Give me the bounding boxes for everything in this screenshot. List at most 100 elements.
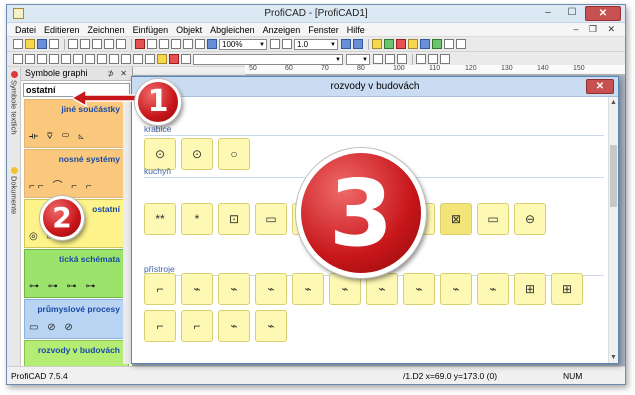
symbol-tile[interactable]: ⌁ <box>366 273 398 305</box>
redo-icon[interactable] <box>80 39 90 49</box>
scroll-up-arrow-icon[interactable]: ▲ <box>610 99 617 106</box>
group-icon[interactable] <box>171 39 181 49</box>
zoom-out-icon[interactable] <box>270 39 280 49</box>
polygon-tool-icon[interactable] <box>97 54 107 64</box>
align-center-icon[interactable] <box>428 54 438 64</box>
symbol-tile[interactable]: ⌁ <box>181 273 213 305</box>
polyline-tool-icon[interactable] <box>25 54 35 64</box>
rotate-icon[interactable] <box>147 39 157 49</box>
align-right-icon[interactable] <box>440 54 450 64</box>
menu-hilfe[interactable]: Hilfe <box>343 25 369 35</box>
dimension-tool-icon[interactable] <box>145 54 155 64</box>
minimize-button[interactable]: – <box>537 6 559 21</box>
align-left-icon[interactable] <box>416 54 426 64</box>
line-tool-icon[interactable] <box>13 54 23 64</box>
menu-editieren[interactable]: Editieren <box>40 25 84 35</box>
symbol-tile[interactable]: ⌁ <box>292 273 324 305</box>
copy-icon[interactable] <box>104 39 114 49</box>
delete-icon[interactable] <box>135 39 145 49</box>
font-combo[interactable]: ▼ <box>193 53 343 65</box>
new-file-icon[interactable] <box>13 39 23 49</box>
undo-icon[interactable] <box>68 39 78 49</box>
font-size-combo[interactable]: ▼ <box>346 53 370 65</box>
paste-icon[interactable] <box>116 39 126 49</box>
save-icon[interactable] <box>37 39 47 49</box>
symbol-tile[interactable]: ⊞ <box>551 273 583 305</box>
text-tool-icon[interactable] <box>121 54 131 64</box>
maximize-button[interactable]: ☐ <box>561 6 583 21</box>
menu-objekt[interactable]: Objekt <box>172 25 206 35</box>
symbols-icon[interactable] <box>372 39 382 49</box>
rectangle-tool-icon[interactable] <box>49 54 59 64</box>
symbol-tile[interactable]: ▭ <box>255 203 287 235</box>
dialog-close-button[interactable]: ✕ <box>586 79 614 94</box>
scroll-thumb[interactable] <box>610 145 617 207</box>
scroll-down-arrow-icon[interactable]: ▼ <box>610 354 617 361</box>
symbol-tile[interactable]: ⌁ <box>218 273 250 305</box>
menu-abgleichen[interactable]: Abgleichen <box>206 25 259 35</box>
zoom-combo[interactable]: 100% ▼ <box>219 38 267 50</box>
select-arrow-icon[interactable] <box>169 54 179 64</box>
close-button[interactable]: ✕ <box>585 6 621 21</box>
symbol-tile[interactable]: ○ <box>218 138 250 170</box>
symbol-tile[interactable]: ⌁ <box>440 273 472 305</box>
print-icon[interactable] <box>49 39 59 49</box>
symbol-tile[interactable]: ⊖ <box>514 203 546 235</box>
line-style-icon[interactable] <box>282 39 292 49</box>
menu-anzeigen[interactable]: Anzeigen <box>259 25 305 35</box>
tab-documents[interactable]: Dokumente <box>8 167 20 214</box>
symbol-tile[interactable]: ⌁ <box>403 273 435 305</box>
menu-datei[interactable]: Datei <box>11 25 40 35</box>
order-icon[interactable] <box>195 39 205 49</box>
symbol-tile[interactable]: ⌐ <box>144 273 176 305</box>
bold-icon[interactable] <box>373 54 383 64</box>
symbol-tile[interactable]: ⌁ <box>218 310 250 342</box>
help-icon[interactable] <box>456 39 466 49</box>
symbol-tile[interactable]: ⊠ <box>440 203 472 235</box>
zoom-in-icon[interactable] <box>207 39 217 49</box>
star-tool-icon[interactable] <box>109 54 119 64</box>
align-icon[interactable] <box>183 39 193 49</box>
category-prumyslove-procesy[interactable]: průmyslové procesy ▭ ⊘ ⊘ <box>24 299 129 339</box>
italic-icon[interactable] <box>385 54 395 64</box>
dialog-scrollbar[interactable]: ▲ ▼ <box>608 97 618 363</box>
category-schemata[interactable]: tická schémata ⊶ ⊶ ⊶ ⊶ <box>24 249 129 298</box>
underline-icon[interactable] <box>397 54 407 64</box>
numbering-icon[interactable] <box>420 39 430 49</box>
mirror-icon[interactable] <box>159 39 169 49</box>
symbol-tile[interactable]: ▭ <box>477 203 509 235</box>
mdi-controls[interactable]: – ❐ ✕ <box>573 24 619 35</box>
picture-tool-icon[interactable] <box>133 54 143 64</box>
wires-icon[interactable] <box>408 39 418 49</box>
binoculars-icon[interactable] <box>444 39 454 49</box>
symbol-tile[interactable]: ⌁ <box>477 273 509 305</box>
tab-symbols-textual[interactable]: Symbole textlich <box>8 71 20 135</box>
wire-tool-icon[interactable] <box>157 54 167 64</box>
cut-icon[interactable] <box>92 39 102 49</box>
symbol-tile[interactable]: ⊡ <box>218 203 250 235</box>
rounded-rect-tool-icon[interactable] <box>61 54 71 64</box>
menu-einfuegen[interactable]: Einfügen <box>129 25 173 35</box>
symbol-tile[interactable]: * <box>181 203 213 235</box>
line-width-combo[interactable]: 1.0 ▼ <box>294 38 338 50</box>
layers-icon[interactable] <box>341 39 351 49</box>
symbol-tile[interactable]: ⌁ <box>255 310 287 342</box>
open-folder-icon[interactable] <box>25 39 35 49</box>
symbol-tile[interactable]: ⌐ <box>144 310 176 342</box>
arc-tool-icon[interactable] <box>85 54 95 64</box>
symbol-tile[interactable]: ⌐ <box>181 310 213 342</box>
grid-icon[interactable] <box>353 39 363 49</box>
network-icon[interactable] <box>384 39 394 49</box>
symbol-tile[interactable]: ⊞ <box>514 273 546 305</box>
pan-tool-icon[interactable] <box>181 54 191 64</box>
curve-tool-icon[interactable] <box>37 54 47 64</box>
symbol-tile[interactable]: ** <box>144 203 176 235</box>
ellipse-tool-icon[interactable] <box>73 54 83 64</box>
menu-fenster[interactable]: Fenster <box>304 25 343 35</box>
symbol-tile[interactable]: ⌁ <box>255 273 287 305</box>
panel-scrollbar[interactable] <box>123 100 131 364</box>
symbol-tile[interactable]: ⊙ <box>181 138 213 170</box>
menu-zeichnen[interactable]: Zeichnen <box>84 25 129 35</box>
category-nosne-systemy[interactable]: nosné systémy ⌐⌐ ⌒ ⌐ ⌐ <box>24 149 129 198</box>
bom-icon[interactable] <box>396 39 406 49</box>
